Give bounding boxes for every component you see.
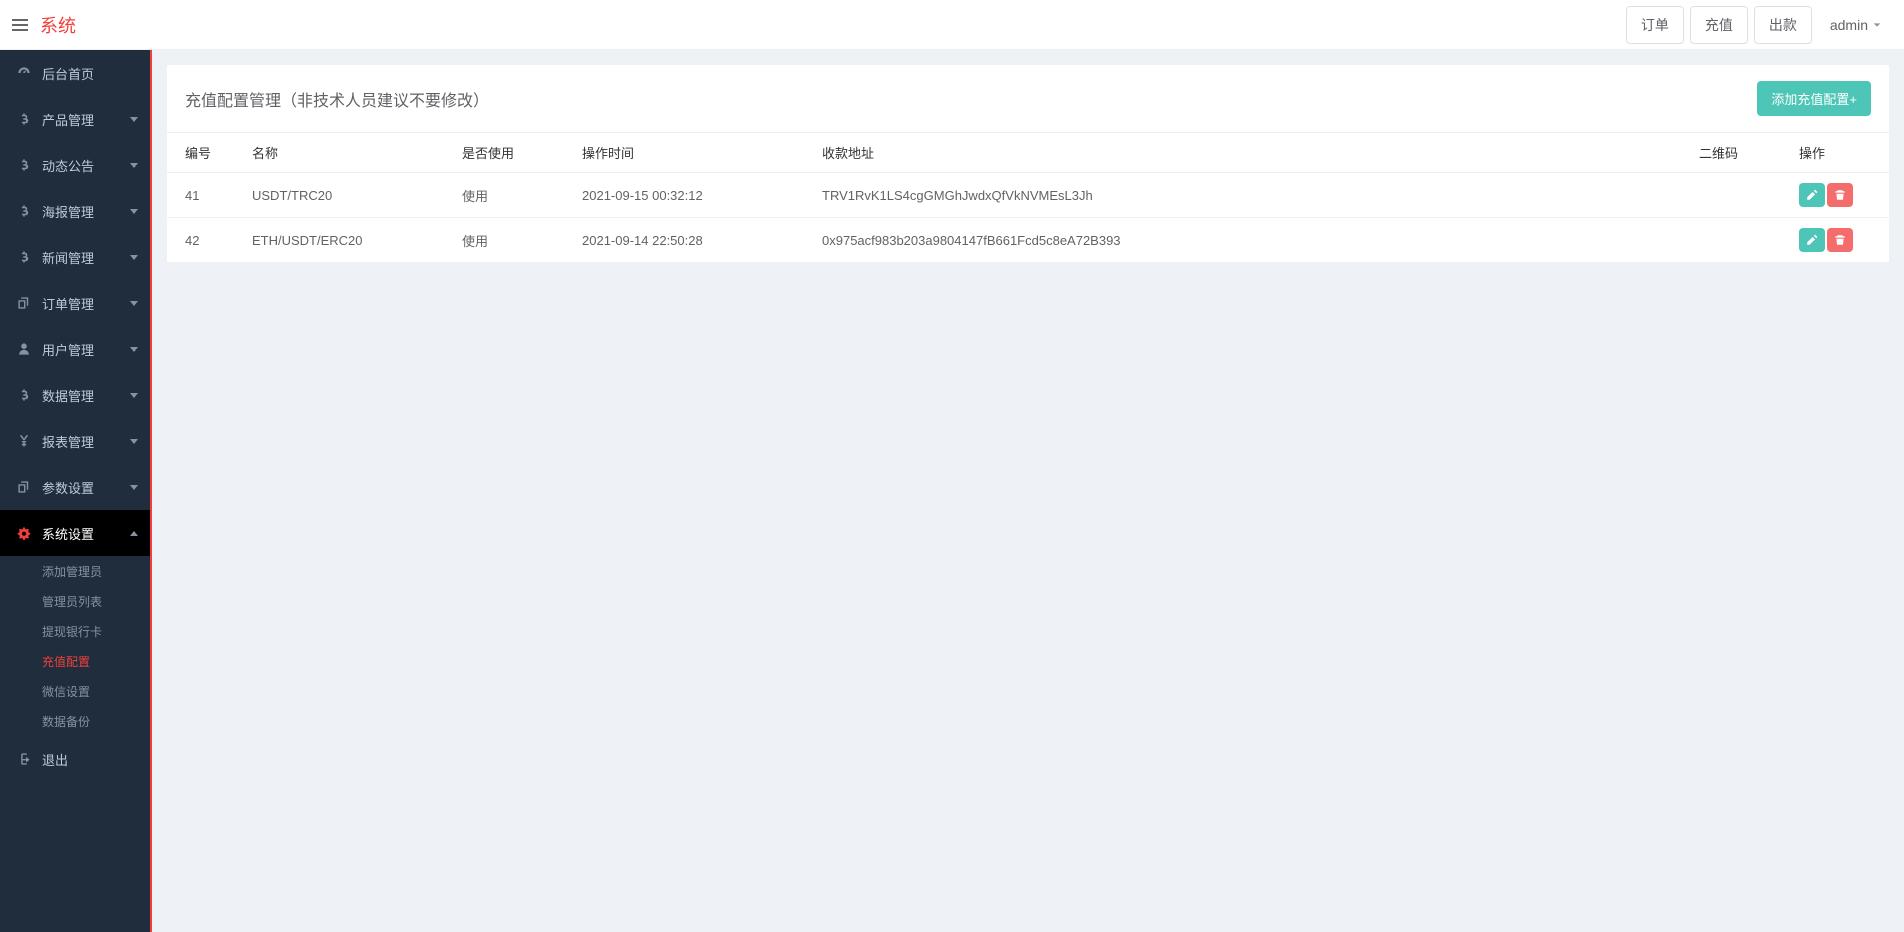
sidebar-item-1[interactable]: 产品管理 (0, 96, 150, 142)
panel-header: 充值配置管理（非技术人员建议不要修改） 添加充值配置+ (167, 65, 1889, 133)
edit-button[interactable] (1799, 228, 1825, 252)
sidebar-item-label: 系统设置 (42, 524, 94, 543)
user-icon (16, 342, 32, 356)
cell-usage: 使用 (452, 173, 572, 218)
sidebar-item-10[interactable]: 系统设置 (0, 510, 150, 556)
col-id: 编号 (167, 133, 242, 173)
sidebar-item-2[interactable]: 动态公告 (0, 142, 150, 188)
cell-time: 2021-09-14 22:50:28 (572, 218, 812, 263)
col-name: 名称 (242, 133, 452, 173)
sidebar-item-label: 动态公告 (42, 156, 94, 175)
page-title: 充值配置管理（非技术人员建议不要修改） (185, 87, 489, 111)
delete-button[interactable] (1827, 183, 1853, 207)
sidebar-item-8[interactable]: 报表管理 (0, 418, 150, 464)
table-row: 41USDT/TRC20使用2021-09-15 00:32:12TRV1RvK… (167, 173, 1889, 218)
menu-toggle-button[interactable] (0, 0, 40, 50)
cell-id: 41 (167, 173, 242, 218)
cell-time: 2021-09-15 00:32:12 (572, 173, 812, 218)
submenu-item-2[interactable]: 提现银行卡 (0, 616, 150, 646)
sidebar-item-label: 退出 (42, 750, 68, 769)
submenu-item-4[interactable]: 微信设置 (0, 676, 150, 706)
header-right: 订单 充值 出款 admin (1626, 6, 1894, 44)
user-name: admin (1830, 17, 1868, 33)
bitcoin-icon (16, 112, 32, 126)
sidebar: 后台首页产品管理动态公告海报管理新闻管理订单管理用户管理数据管理报表管理参数设置… (0, 50, 150, 932)
sidebar-item-label: 订单管理 (42, 294, 94, 313)
sidebar-item-6[interactable]: 用户管理 (0, 326, 150, 372)
sidebar-item-0[interactable]: 后台首页 (0, 50, 150, 96)
table-row: 42ETH/USDT/ERC20使用2021-09-14 22:50:280x9… (167, 218, 1889, 263)
bitcoin-icon (16, 388, 32, 402)
header-left: 系统 (0, 0, 76, 50)
table-body: 41USDT/TRC20使用2021-09-15 00:32:12TRV1RvK… (167, 173, 1889, 263)
edit-button[interactable] (1799, 183, 1825, 207)
submenu-item-5[interactable]: 数据备份 (0, 706, 150, 736)
cell-usage: 使用 (452, 218, 572, 263)
submenu-item-0[interactable]: 添加管理员 (0, 556, 150, 586)
gears-icon (16, 526, 32, 540)
table-header-row: 编号 名称 是否使用 操作时间 收款地址 二维码 操作 (167, 133, 1889, 173)
submenu-item-1[interactable]: 管理员列表 (0, 586, 150, 616)
trash-icon (1834, 189, 1846, 201)
pencil-icon (1806, 234, 1818, 246)
sidebar-item-label: 报表管理 (42, 432, 94, 451)
config-table: 编号 名称 是否使用 操作时间 收款地址 二维码 操作 41USDT/TRC20… (167, 133, 1889, 263)
panel: 充值配置管理（非技术人员建议不要修改） 添加充值配置+ 编号 名称 是否使用 操… (167, 65, 1889, 263)
sidebar-item-9[interactable]: 参数设置 (0, 464, 150, 510)
copy-icon (16, 296, 32, 310)
bitcoin-icon (16, 158, 32, 172)
cell-actions (1789, 173, 1889, 218)
sidebar-item-label: 海报管理 (42, 202, 94, 221)
col-qr: 二维码 (1689, 133, 1789, 173)
sidebar-item-label: 参数设置 (42, 478, 94, 497)
cell-address: 0x975acf983b203a9804147fB661Fcd5c8eA72B3… (812, 218, 1689, 263)
submenu-item-3[interactable]: 充值配置 (0, 646, 150, 676)
chevron-down-icon (1872, 17, 1882, 33)
sidebar-item-label: 产品管理 (42, 110, 94, 129)
top-header: 系统 订单 充值 出款 admin (0, 0, 1904, 50)
sidebar-item-label: 后台首页 (42, 64, 94, 83)
sidebar-item-label: 用户管理 (42, 340, 94, 359)
cell-qr (1689, 218, 1789, 263)
cell-name: ETH/USDT/ERC20 (242, 218, 452, 263)
delete-button[interactable] (1827, 228, 1853, 252)
cell-actions (1789, 218, 1889, 263)
bars-icon (10, 15, 30, 35)
trash-icon (1834, 234, 1846, 246)
bitcoin-icon (16, 250, 32, 264)
header-orders-button[interactable]: 订单 (1626, 6, 1684, 44)
cell-name: USDT/TRC20 (242, 173, 452, 218)
col-actions: 操作 (1789, 133, 1889, 173)
sidebar-item-label: 新闻管理 (42, 248, 94, 267)
cell-id: 42 (167, 218, 242, 263)
logout-icon (16, 752, 32, 766)
sidebar-item-3[interactable]: 海报管理 (0, 188, 150, 234)
sidebar-item-label: 数据管理 (42, 386, 94, 405)
user-menu[interactable]: admin (1818, 9, 1894, 41)
sidebar-item-11[interactable]: 退出 (0, 736, 150, 782)
layout: 后台首页产品管理动态公告海报管理新闻管理订单管理用户管理数据管理报表管理参数设置… (0, 50, 1904, 932)
header-withdraw-button[interactable]: 出款 (1754, 6, 1812, 44)
sidebar-item-7[interactable]: 数据管理 (0, 372, 150, 418)
col-time: 操作时间 (572, 133, 812, 173)
bitcoin-icon (16, 204, 32, 218)
submenu: 添加管理员管理员列表提现银行卡充值配置微信设置数据备份 (0, 556, 150, 736)
cell-qr (1689, 173, 1789, 218)
brand-title: 系统 (40, 12, 76, 38)
copy-icon (16, 480, 32, 494)
sidebar-item-5[interactable]: 订单管理 (0, 280, 150, 326)
col-address: 收款地址 (812, 133, 1689, 173)
yen-icon (16, 434, 32, 448)
header-recharge-button[interactable]: 充值 (1690, 6, 1748, 44)
pencil-icon (1806, 189, 1818, 201)
add-config-button[interactable]: 添加充值配置+ (1757, 81, 1871, 116)
main-content: 充值配置管理（非技术人员建议不要修改） 添加充值配置+ 编号 名称 是否使用 操… (150, 50, 1904, 932)
col-usage: 是否使用 (452, 133, 572, 173)
dashboard-icon (16, 66, 32, 80)
sidebar-item-4[interactable]: 新闻管理 (0, 234, 150, 280)
cell-address: TRV1RvK1LS4cgGMGhJwdxQfVkNVMEsL3Jh (812, 173, 1689, 218)
